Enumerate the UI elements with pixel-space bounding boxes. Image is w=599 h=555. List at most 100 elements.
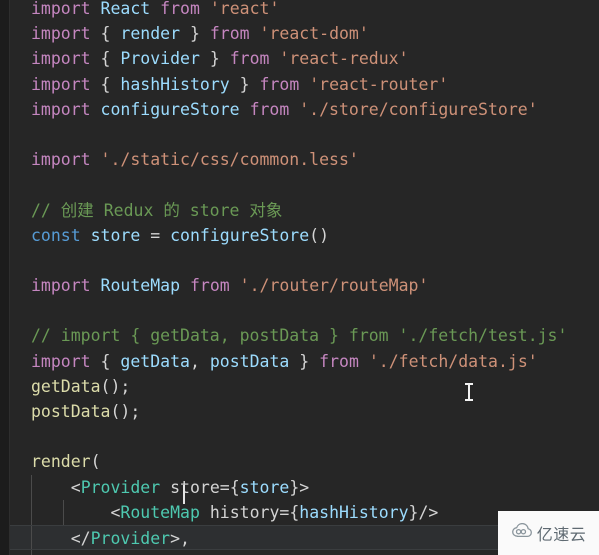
code-line[interactable]	[10, 122, 599, 147]
code-token: hashHistory	[120, 74, 230, 94]
code-line-list[interactable]: import React from 'react' import { render…	[10, 0, 599, 555]
code-editor[interactable]: import React from 'react' import { render…	[0, 0, 599, 555]
editor-gutter	[0, 0, 10, 555]
watermark-text: 亿速云	[536, 525, 587, 544]
indent-guide	[31, 499, 32, 525]
code-line[interactable]	[10, 248, 599, 273]
code-token: from	[209, 24, 250, 44]
code-token: postData	[209, 351, 290, 371]
code-token: postData	[31, 402, 111, 421]
code-token: ={	[279, 502, 300, 522]
indent-guide	[31, 525, 32, 550]
code-token: import	[31, 24, 91, 44]
code-line[interactable]: import { hashHistory } from 'react-route…	[10, 72, 599, 97]
code-line[interactable]: <Provider store={store}>	[10, 474, 599, 500]
indent-guide	[31, 474, 32, 500]
code-line[interactable]: // 创建 Redux 的 store 对象	[10, 198, 599, 223]
code-token: ,	[189, 351, 210, 371]
code-line[interactable]: import configureStore from './store/conf…	[10, 97, 599, 122]
code-token: }	[289, 351, 320, 371]
code-token: =	[140, 225, 171, 245]
code-token: ()	[309, 225, 330, 245]
indent-guide	[63, 499, 64, 525]
code-line[interactable]	[10, 424, 599, 449]
code-token: import	[31, 351, 91, 371]
code-token: getData	[31, 376, 101, 396]
code-token: './store/configureStore'	[299, 99, 538, 119]
code-token: hashHistory	[299, 502, 409, 522]
watermark: 亿速云	[498, 511, 599, 555]
code-line[interactable]: import React from 'react'	[10, 0, 599, 21]
code-token: from	[249, 99, 290, 119]
code-token: import	[31, 276, 91, 296]
code-token: {	[90, 351, 121, 371]
code-line[interactable]: render(	[10, 449, 599, 474]
code-token: }	[180, 24, 210, 44]
code-token: ();	[110, 402, 141, 421]
code-token: }/>	[408, 502, 439, 522]
code-token: './fetch/data.js'	[368, 351, 538, 371]
code-token: configureStore	[100, 99, 240, 119]
code-token: 'react'	[209, 0, 280, 18]
code-line[interactable]: const store = configureStore()	[10, 223, 599, 248]
text-caret	[183, 485, 185, 504]
code-token: // 创建 Redux 的 store 对象	[31, 200, 283, 220]
code-line[interactable]: getData();	[10, 374, 599, 399]
code-line[interactable]: import { render } from 'react-dom'	[10, 21, 599, 46]
code-line[interactable]	[10, 298, 599, 323]
code-token: 'react-redux'	[279, 49, 409, 69]
code-token: configureStore	[170, 225, 310, 245]
code-line[interactable]: import { getData, postData } from './fet…	[10, 349, 599, 374]
code-line[interactable]: postData();	[10, 399, 599, 424]
code-line[interactable]	[10, 172, 599, 197]
code-token: Provider	[90, 528, 171, 548]
code-token: from	[319, 351, 359, 371]
code-token: }>	[289, 477, 310, 497]
code-line[interactable]: // import { getData, postData } from './…	[10, 323, 599, 348]
code-line[interactable]: import { Provider } from 'react-redux'	[10, 46, 599, 71]
code-token: ();	[100, 376, 131, 396]
code-token: from	[189, 276, 230, 296]
code-token: React	[100, 0, 151, 18]
code-token: render	[31, 452, 91, 472]
code-token: './router/routeMap'	[239, 276, 429, 296]
code-token: {	[90, 74, 121, 94]
code-token: // import { getData, postData } from './…	[31, 326, 568, 346]
code-token: from	[229, 49, 270, 69]
code-token: RouteMap	[120, 502, 200, 522]
code-surface[interactable]: import React from 'react' import { render…	[10, 0, 599, 555]
code-token: 'react-dom'	[259, 24, 369, 44]
code-line[interactable]: import './static/css/common.less'	[10, 147, 599, 172]
code-token: import	[31, 0, 91, 18]
code-token: './static/css/common.less'	[100, 150, 359, 170]
code-token: {	[90, 49, 121, 69]
code-token: import	[31, 49, 91, 69]
code-token: from	[160, 0, 200, 18]
code-token: store	[90, 225, 141, 245]
code-token: const	[31, 225, 81, 245]
code-token: import	[31, 150, 91, 170]
code-token: </	[70, 528, 91, 548]
code-token: <	[110, 502, 121, 522]
code-token: >,	[170, 528, 190, 548]
code-line[interactable]: import RouteMap from './router/routeMap'	[10, 273, 599, 298]
